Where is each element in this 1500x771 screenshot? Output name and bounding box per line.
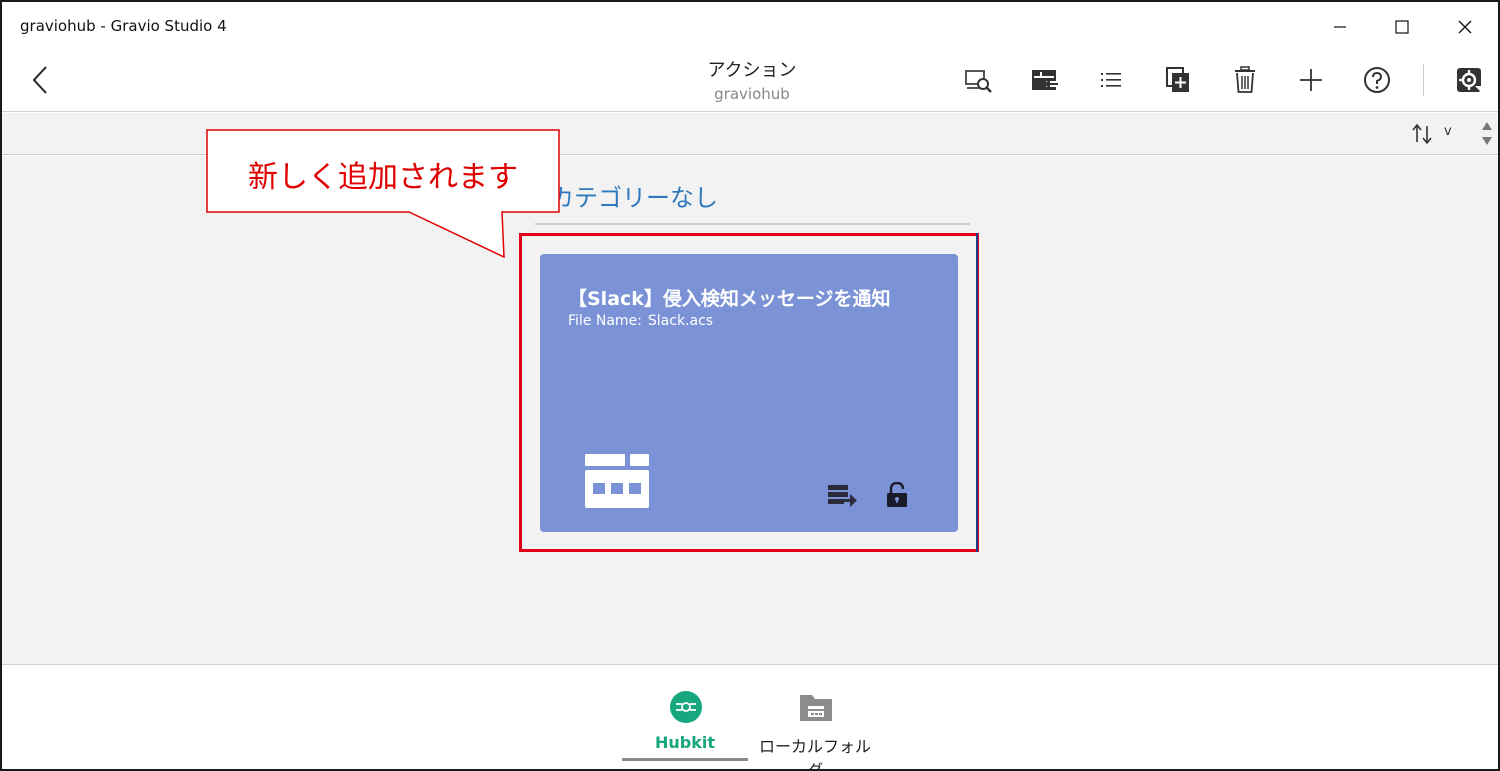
- minimize-icon: [1334, 26, 1346, 28]
- list-icon: [1101, 73, 1121, 87]
- card-title: 【Slack】侵入検知メッセージを通知: [568, 288, 891, 310]
- card-file-info: File Name: Slack.acs: [568, 313, 713, 329]
- settings-refresh-icon: [1457, 68, 1482, 93]
- nav-item-local-folder[interactable]: ローカルフォルダ: [752, 689, 878, 769]
- close-button[interactable]: [1445, 10, 1485, 44]
- search-monitor-icon: [965, 70, 992, 93]
- unlock-icon[interactable]: [886, 482, 908, 508]
- maximize-icon: [1395, 20, 1409, 34]
- help-icon: [1364, 67, 1390, 93]
- folder-icon: [800, 695, 832, 721]
- back-button[interactable]: [24, 62, 56, 98]
- file-name-value: Slack.acs: [647, 313, 714, 329]
- duplicate-icon: [1166, 67, 1189, 92]
- sort-dropdown[interactable]: v: [1444, 124, 1452, 139]
- title-bar: graviohub - Gravio Studio 4: [2, 2, 1498, 52]
- minimize-button[interactable]: [1320, 10, 1360, 44]
- nav-label-local-folder: ローカルフォルダ: [758, 737, 871, 771]
- page-subtitle: graviohub: [714, 85, 790, 103]
- category-title: カテゴリーなし: [550, 184, 718, 212]
- sort-icon[interactable]: [1410, 122, 1434, 146]
- export-icon[interactable]: [828, 483, 858, 509]
- scroll-arrows-icon[interactable]: [1480, 121, 1494, 147]
- category-divider: [535, 223, 970, 225]
- callout-text: 新しく追加されます: [248, 160, 518, 195]
- action-icon: [585, 454, 649, 508]
- add-button[interactable]: [1293, 62, 1329, 98]
- page-title: アクション: [707, 60, 797, 81]
- import-button[interactable]: [1027, 62, 1063, 98]
- action-card[interactable]: 【Slack】侵入検知メッセージを通知 File Name: Slack.acs: [540, 254, 958, 532]
- delete-button[interactable]: [1227, 62, 1263, 98]
- list-view-button[interactable]: [1093, 62, 1129, 98]
- help-button[interactable]: [1359, 62, 1395, 98]
- nav-active-indicator: [622, 758, 748, 761]
- duplicate-button[interactable]: [1160, 62, 1196, 98]
- back-arrow-icon: [32, 66, 47, 94]
- window-title: graviohub - Gravio Studio 4: [20, 17, 227, 35]
- nav-label-hubkit: Hubkit: [654, 733, 715, 752]
- search-monitor-button[interactable]: [960, 62, 996, 98]
- card-selection-edge: [976, 233, 978, 552]
- plus-icon: [1300, 69, 1322, 91]
- hubkit-icon: [670, 691, 702, 723]
- app-header: アクション graviohub: [2, 52, 1498, 112]
- app-window: graviohub - Gravio Studio 4 アクション gravio…: [0, 0, 1500, 771]
- import-icon: [1032, 70, 1058, 90]
- close-icon: [1458, 20, 1472, 34]
- toolbar-divider: [1423, 64, 1424, 96]
- file-name-label: File Name:: [568, 313, 642, 329]
- nav-item-hubkit[interactable]: Hubkit: [622, 689, 748, 761]
- settings-refresh-button[interactable]: [1451, 62, 1487, 98]
- maximize-button[interactable]: [1382, 10, 1422, 44]
- bottom-nav: Hubkit ローカルフォルダ: [2, 664, 1498, 769]
- trash-icon: [1235, 66, 1255, 93]
